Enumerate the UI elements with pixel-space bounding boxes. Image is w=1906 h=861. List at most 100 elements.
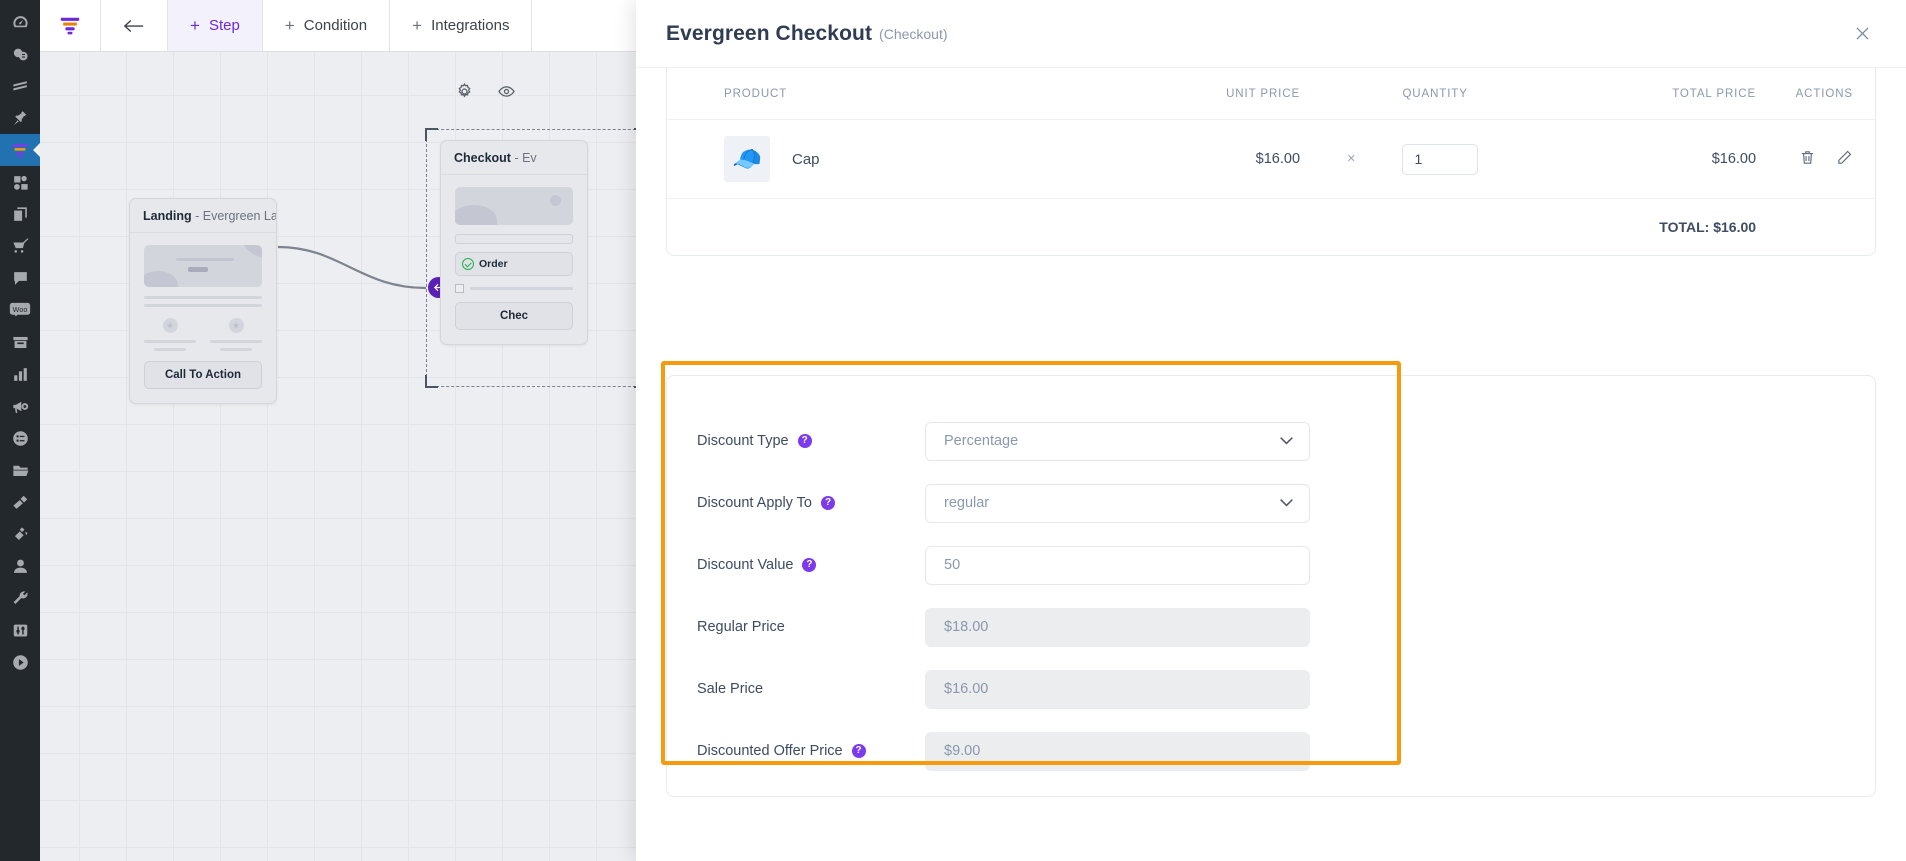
label-discount-value: Discount Value ? xyxy=(697,557,925,573)
field-row-discounted-offer-price: Discounted Offer Price ? xyxy=(667,720,1875,782)
coins-icon[interactable] xyxy=(0,38,40,70)
node-checkout-title: Checkout - Ev xyxy=(441,141,587,175)
admin-sidebar-rail[interactable]: Woo xyxy=(0,0,40,861)
discount-settings-card: Discount Type ? Discount Apply To ? xyxy=(666,375,1876,797)
plus-icon: + xyxy=(190,15,200,35)
plus-icon: + xyxy=(412,15,423,35)
product-name: Cap xyxy=(792,150,820,168)
modal-body: PRODUCT UNIT PRICE QUANTITY TOTAL PRICE … xyxy=(636,68,1906,861)
check-circle-icon xyxy=(462,258,474,270)
quantity-input[interactable] xyxy=(1402,143,1479,175)
sliders-icon[interactable] xyxy=(0,614,40,646)
multiply-symbol: × xyxy=(1300,119,1403,199)
woo-icon[interactable]: Woo xyxy=(0,294,40,326)
help-icon[interactable]: ? xyxy=(821,496,835,510)
field-row-discount-type: Discount Type ? xyxy=(667,410,1875,472)
node-landing[interactable]: Landing - Evergreen Lan... Call To Actio… xyxy=(129,198,277,404)
background-application: Woo + Step + Condition + Integrations La… xyxy=(0,0,640,861)
checkout-button-placeholder[interactable]: Chec xyxy=(455,302,573,330)
call-to-action-button[interactable]: Call To Action xyxy=(144,361,262,389)
column-header-spacer xyxy=(1300,68,1403,120)
cell-actions xyxy=(1756,119,1875,199)
node-checkout-preview: Order Chec xyxy=(441,175,587,344)
node-name-label: - Ev xyxy=(514,151,537,165)
column-header-actions: ACTIONS xyxy=(1756,68,1875,120)
copy-icon[interactable] xyxy=(0,198,40,230)
help-icon[interactable]: ? xyxy=(797,434,812,448)
table-header-row: PRODUCT UNIT PRICE QUANTITY TOTAL PRICE … xyxy=(667,68,1875,120)
discount-type-select[interactable] xyxy=(925,421,1310,461)
column-header-unit-price: UNIT PRICE xyxy=(1089,68,1301,120)
gear-icon[interactable] xyxy=(455,82,474,106)
play-icon[interactable] xyxy=(0,646,40,678)
user-icon[interactable] xyxy=(0,550,40,582)
dashboard-icon[interactable] xyxy=(0,6,40,38)
cart-icon[interactable] xyxy=(0,230,40,262)
checkbox-placeholder xyxy=(455,284,573,293)
folder-icon[interactable] xyxy=(0,454,40,486)
funnel-logo-icon[interactable] xyxy=(40,0,101,51)
image-placeholder xyxy=(455,187,573,225)
wrench-icon[interactable] xyxy=(0,582,40,614)
svg-text:Woo: Woo xyxy=(13,304,28,313)
label-discount-type: Discount Type ? xyxy=(697,433,925,449)
input-placeholder xyxy=(455,234,573,244)
layers-icon[interactable] xyxy=(0,70,40,102)
sale-price-input xyxy=(925,669,1310,709)
checkout-settings-modal: Evergreen Checkout (Checkout) PRODUCT UN… xyxy=(636,0,1906,861)
discount-value-input[interactable] xyxy=(925,545,1310,585)
cell-product: 🧢 Cap xyxy=(667,119,1090,199)
pin-icon[interactable] xyxy=(0,102,40,134)
archive-icon[interactable] xyxy=(0,326,40,358)
page-subtitle: (Checkout) xyxy=(879,25,948,42)
megaphone-icon[interactable] xyxy=(0,390,40,422)
add-step-button[interactable]: + Step xyxy=(168,0,263,51)
node-checkout[interactable]: Checkout - Ev Order Chec xyxy=(440,140,588,345)
add-condition-button[interactable]: + Condition xyxy=(263,0,391,51)
node-landing-title: Landing - Evergreen Lan... xyxy=(130,199,276,233)
column-header-product: PRODUCT xyxy=(667,68,1090,120)
plug-icon[interactable] xyxy=(0,518,40,550)
cell-quantity xyxy=(1402,119,1585,199)
product-table-card: PRODUCT UNIT PRICE QUANTITY TOTAL PRICE … xyxy=(666,68,1876,256)
modal-header: Evergreen Checkout (Checkout) xyxy=(636,0,1906,68)
add-step-label: Step xyxy=(208,17,240,34)
add-integrations-button[interactable]: + Integrations xyxy=(390,0,533,51)
brush-icon[interactable] xyxy=(0,486,40,518)
field-row-sale-price: Sale Price xyxy=(667,658,1875,720)
help-icon[interactable]: ? xyxy=(851,744,866,758)
funnel-toolbar[interactable]: + Step + Condition + Integrations xyxy=(40,0,640,52)
close-icon[interactable] xyxy=(1848,20,1876,48)
cap-product-image: 🧢 xyxy=(724,136,770,182)
label-discount-apply-to: Discount Apply To ? xyxy=(697,495,925,511)
list-circle-icon[interactable] xyxy=(0,422,40,454)
field-row-regular-price: Regular Price xyxy=(667,596,1875,658)
comment-icon[interactable] xyxy=(0,262,40,294)
discount-apply-to-select[interactable] xyxy=(925,483,1310,523)
trash-icon[interactable] xyxy=(1799,149,1816,166)
regular-price-input xyxy=(925,607,1310,647)
media-icon[interactable] xyxy=(0,166,40,198)
product-table: PRODUCT UNIT PRICE QUANTITY TOTAL PRICE … xyxy=(667,68,1875,255)
add-integrations-label: Integrations xyxy=(431,17,510,34)
table-total-row: TOTAL: $16.00 xyxy=(667,199,1875,256)
cell-total-price: $16.00 xyxy=(1584,119,1757,199)
node-name-label: - Evergreen Lan... xyxy=(195,209,276,223)
label-sale-price: Sale Price xyxy=(697,681,764,697)
total-label: TOTAL: $16.00 xyxy=(1659,219,1757,235)
table-row: 🧢 Cap $16.00 × $16.00 xyxy=(667,119,1875,199)
canvas-tools[interactable] xyxy=(455,82,517,106)
funnel-canvas[interactable]: Landing - Evergreen Lan... Call To Actio… xyxy=(40,52,640,861)
node-type-label: Checkout xyxy=(454,151,511,165)
label-regular-price: Regular Price xyxy=(697,619,785,635)
bar-chart-icon[interactable] xyxy=(0,358,40,390)
node-landing-preview: Call To Action xyxy=(130,233,276,403)
help-icon[interactable]: ? xyxy=(802,558,817,572)
funnel-icon[interactable] xyxy=(0,134,40,166)
cell-unit-price: $16.00 xyxy=(1089,119,1301,199)
label-discounted-offer-price: Discounted Offer Price ? xyxy=(697,743,925,759)
pencil-icon[interactable] xyxy=(1836,149,1853,166)
page-title: Evergreen Checkout xyxy=(666,21,873,45)
back-button[interactable] xyxy=(101,0,168,51)
eye-icon[interactable] xyxy=(496,82,517,106)
